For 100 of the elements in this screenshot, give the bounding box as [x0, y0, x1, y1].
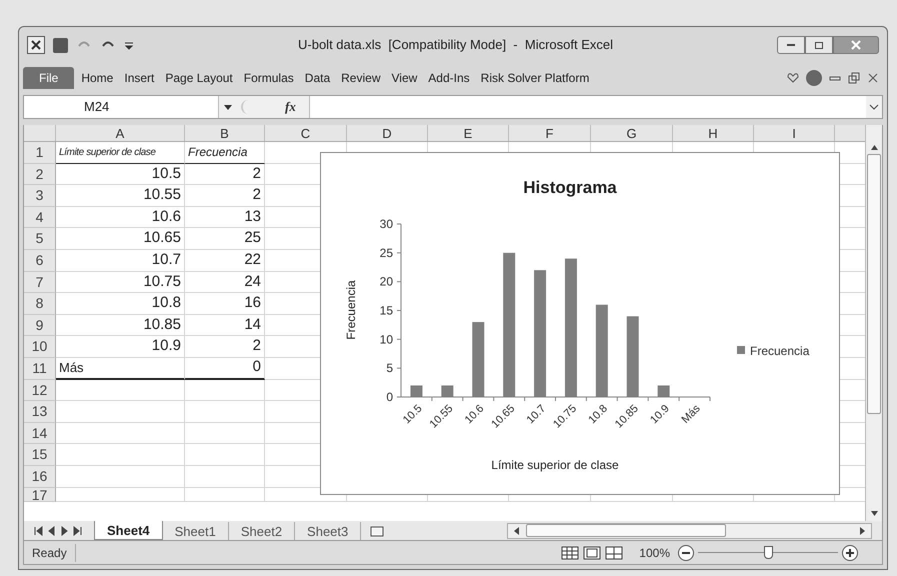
row-header[interactable]: 9 [24, 314, 56, 336]
formula-input-field[interactable] [309, 96, 866, 118]
page-layout-icon[interactable] [583, 546, 602, 560]
column-header[interactable]: G [591, 125, 673, 141]
ribbon-tab[interactable]: Home [77, 67, 118, 89]
row-header[interactable]: 2 [24, 164, 56, 186]
minimize-button[interactable] [777, 36, 805, 54]
row-header[interactable]: 14 [24, 422, 56, 444]
table-cell: 10.5 [56, 164, 185, 186]
table-cell: 10.7 [56, 250, 185, 272]
ribbon-tab[interactable]: File [23, 67, 74, 89]
scroll-down-icon[interactable] [870, 510, 878, 518]
zoom-in-button[interactable] [842, 544, 858, 560]
table-cell: 2 [185, 185, 265, 207]
table-cell: 10.85 [56, 314, 185, 336]
table-cell: 10.75 [56, 272, 185, 294]
table-cell: 14 [185, 314, 265, 336]
save-icon[interactable] [53, 38, 68, 52]
column-header[interactable]: I [754, 125, 835, 141]
row-header[interactable]: 11 [24, 358, 56, 380]
table-cell: 10.9 [56, 336, 185, 358]
ribbon-tab[interactable]: Page Layout [161, 67, 237, 89]
sheet-tab[interactable]: Sheet4 [94, 520, 163, 540]
column-header[interactable]: E [428, 125, 509, 141]
help-icon[interactable] [806, 70, 822, 86]
row-header[interactable]: 17 [24, 488, 56, 502]
column-header[interactable]: C [265, 125, 347, 141]
x-axis-label: Límite superior de clase [491, 458, 619, 472]
zoom-slider[interactable] [698, 546, 838, 560]
ribbon-tab[interactable]: Add-Ins [424, 67, 474, 89]
row-header[interactable]: 10 [24, 336, 56, 358]
chart-title: Histograma [523, 178, 617, 197]
name-box[interactable]: M24 [24, 96, 219, 118]
ribbon-tab[interactable]: Risk Solver Platform [476, 67, 594, 89]
row-header[interactable]: 12 [24, 380, 56, 402]
vertical-scrollbar[interactable] [865, 125, 882, 521]
ribbon-tab[interactable]: View [388, 67, 422, 89]
legend-label: Frecuencia [750, 344, 810, 358]
table-cell: 10.65 [56, 228, 185, 250]
row-header[interactable]: 5 [24, 228, 56, 250]
table-cell: 10.8 [56, 293, 185, 315]
y-tick-label: 25 [380, 246, 393, 260]
column-header[interactable]: H [673, 125, 754, 141]
zoom-slider-thumb[interactable] [764, 546, 773, 559]
y-tick-label: 30 [380, 217, 393, 231]
row-header[interactable]: 8 [24, 293, 56, 315]
histogram-bar [658, 385, 670, 397]
x-tick-label: 10.9 [648, 402, 672, 426]
y-tick-label: 15 [380, 304, 393, 318]
histogram-bar [441, 385, 454, 397]
horizontal-scrollbar[interactable] [507, 522, 872, 538]
page-break-icon[interactable] [605, 546, 624, 560]
insert-function-button[interactable]: fx [285, 97, 309, 117]
ribbon-tab[interactable]: Insert [120, 67, 158, 89]
restore-icon[interactable] [848, 72, 860, 84]
row-header[interactable]: 6 [24, 250, 56, 272]
status-text: Ready [24, 544, 76, 562]
maximize-button[interactable] [805, 36, 833, 54]
histogram-bar [410, 385, 422, 397]
ribbon-tab[interactable]: Review [337, 67, 384, 89]
zoom-out-button[interactable] [678, 544, 694, 560]
close-button[interactable] [833, 36, 879, 54]
scroll-right-icon[interactable] [857, 526, 867, 536]
scroll-up-icon[interactable] [870, 143, 878, 151]
table-cell: 13 [185, 206, 265, 228]
plus-icon [846, 548, 854, 556]
sheet-tab[interactable]: Sheet1 [162, 522, 229, 540]
scroll-thumb[interactable] [526, 524, 726, 537]
heart-icon[interactable] [787, 72, 799, 84]
window-title: U-bolt data.xls [Compatibility Mode] - Microsoft Excel [297, 36, 614, 54]
table-cell: Frecuencia [185, 142, 265, 164]
table-cell: 0 [185, 358, 265, 380]
column-header[interactable]: A [56, 125, 185, 141]
sheet-tab[interactable]: Sheet2 [228, 522, 296, 540]
zoom-percentage[interactable]: 100% [639, 544, 670, 562]
normal-view-icon[interactable] [561, 546, 580, 560]
y-axis-label: Frecuencia [344, 280, 358, 340]
row-header[interactable]: 13 [24, 401, 56, 423]
sheet-tab[interactable]: Sheet3 [295, 522, 362, 540]
table-cell: 22 [185, 250, 265, 272]
column-header[interactable]: F [509, 125, 591, 141]
table-cell: 24 [185, 272, 265, 294]
table-cell: 2 [185, 164, 265, 186]
column-header[interactable]: B [185, 125, 265, 141]
table-cell: 2 [185, 336, 265, 358]
y-tick-label: 5 [386, 361, 393, 376]
column-header[interactable]: D [347, 125, 428, 141]
ribbon-tab[interactable]: Formulas [240, 67, 298, 89]
dropdown-caret-icon[interactable] [223, 103, 233, 111]
row-header[interactable]: 16 [24, 466, 56, 488]
row-header[interactable]: 7 [24, 272, 56, 294]
row-header[interactable]: 3 [24, 185, 56, 207]
close-icon[interactable] [867, 72, 879, 84]
ribbon-tab[interactable]: Data [300, 67, 334, 89]
x-tick-label: Más [680, 402, 703, 426]
row-header[interactable]: 15 [24, 444, 56, 466]
row-header[interactable]: 4 [24, 206, 56, 228]
excel-logo-icon [27, 36, 45, 54]
scroll-thumb[interactable] [867, 154, 881, 414]
row-header[interactable]: 1 [24, 142, 56, 164]
